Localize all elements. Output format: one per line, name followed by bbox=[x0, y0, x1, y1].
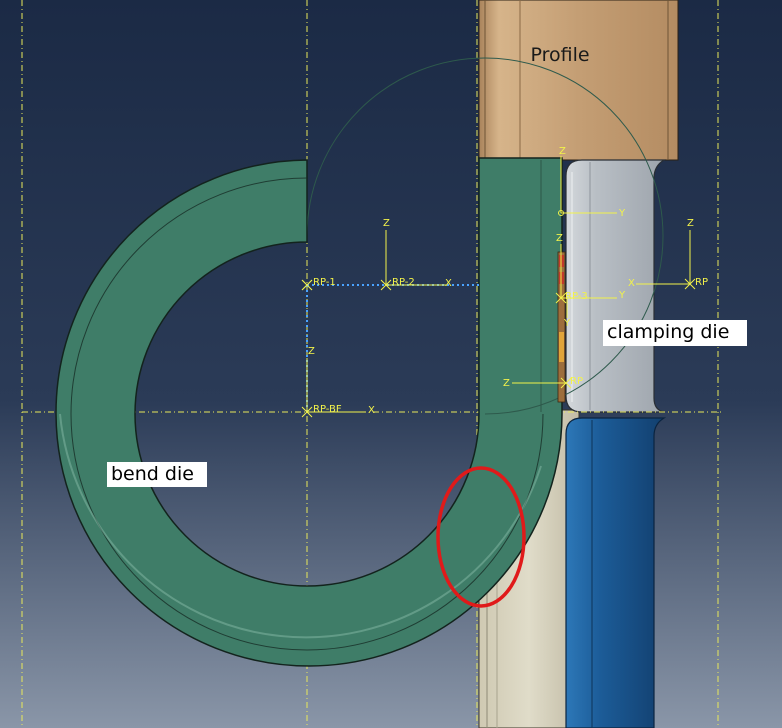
rp-2-x-label: X bbox=[445, 278, 452, 289]
rp-right-x-label: X bbox=[628, 278, 635, 289]
rp-bf-z-label: Z bbox=[308, 346, 315, 357]
profile-part[interactable] bbox=[478, 0, 679, 161]
clamping-die-label: clamping die bbox=[603, 320, 747, 346]
rp-3-z-label: Z bbox=[556, 233, 563, 244]
rp-2-z-label: Z bbox=[383, 218, 390, 229]
rp-bf-x-label: X bbox=[368, 405, 375, 416]
clamp-top-z-label: Z bbox=[559, 146, 566, 157]
rp-3-y-label: Y bbox=[618, 290, 626, 301]
rp-3-y2-label: Y bbox=[563, 318, 571, 329]
rp-3-label: RP-3 bbox=[565, 291, 588, 302]
lower-die[interactable] bbox=[565, 417, 667, 728]
rp-right-z-label: Z bbox=[687, 218, 694, 229]
profile-label: Profile bbox=[530, 44, 590, 66]
bend-die-label: bend die bbox=[107, 462, 207, 487]
rp-right-label: RP bbox=[695, 277, 708, 288]
rp-2-label: RP-2 bbox=[392, 277, 415, 288]
clamp-top-y-label: Y bbox=[618, 208, 626, 219]
rp-clamp-label: RP bbox=[570, 376, 583, 387]
model-viewport[interactable]: RP-1 Z RP-2 X Z RP-BF X Z Y Z RP-3 Y Y Z… bbox=[0, 0, 782, 728]
rp-clamp-z-label: Z bbox=[503, 378, 510, 389]
rp-bf-label: RP-BF bbox=[313, 404, 342, 415]
clamping-die[interactable] bbox=[565, 159, 667, 413]
rp-1-label: RP-1 bbox=[313, 277, 336, 288]
